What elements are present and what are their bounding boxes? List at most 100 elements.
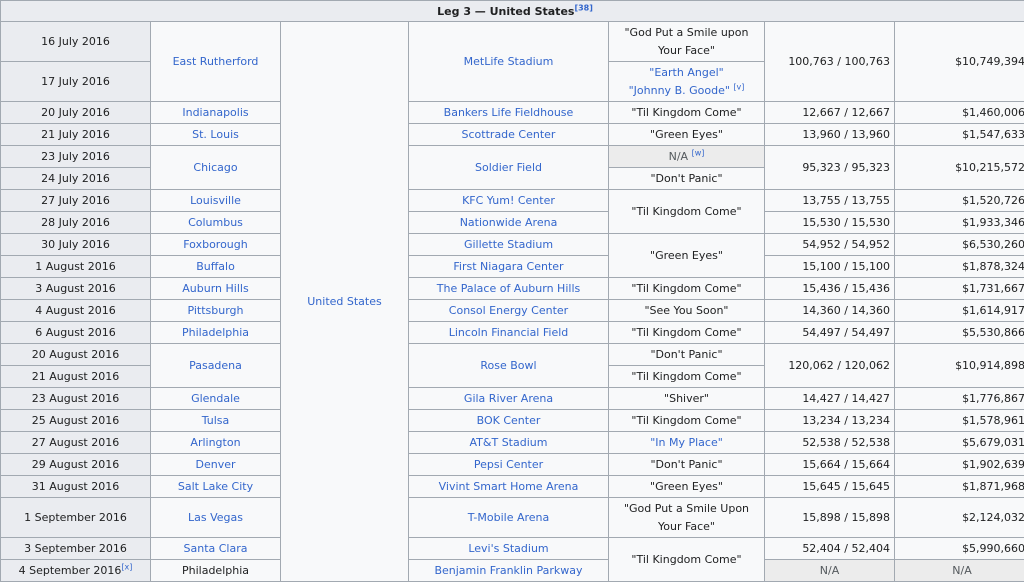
- date-cell: 3 August 2016: [1, 278, 151, 300]
- venue-link[interactable]: Gila River Arena: [409, 388, 609, 410]
- gross-cell: $1,776,867: [895, 388, 1024, 410]
- attendance-cell: 13,960 / 13,960: [765, 124, 895, 146]
- venue-link[interactable]: Benjamin Franklin Parkway: [409, 560, 609, 582]
- city-link[interactable]: Foxborough: [151, 234, 281, 256]
- venue-link[interactable]: Consol Energy Center: [409, 300, 609, 322]
- venue-link[interactable]: BOK Center: [409, 410, 609, 432]
- city-link[interactable]: Glendale: [151, 388, 281, 410]
- city-link[interactable]: Arlington: [151, 432, 281, 454]
- note-link[interactable]: [w]: [692, 148, 705, 157]
- song-line: "God Put a Smile Upon: [624, 502, 749, 515]
- city-link[interactable]: Indianapolis: [151, 102, 281, 124]
- city-link[interactable]: East Rutherford: [151, 22, 281, 102]
- date-cell: 20 August 2016: [1, 344, 151, 366]
- date-cell: 17 July 2016: [1, 62, 151, 102]
- venue-link[interactable]: AT&T Stadium: [409, 432, 609, 454]
- city-link[interactable]: Auburn Hills: [151, 278, 281, 300]
- venue-link[interactable]: Gillette Stadium: [409, 234, 609, 256]
- city-link[interactable]: Louisville: [151, 190, 281, 212]
- gross-cell: $1,878,324: [895, 256, 1024, 278]
- venue-link[interactable]: Rose Bowl: [409, 344, 609, 388]
- gross-cell: $2,124,032: [895, 498, 1024, 538]
- gross-cell: $1,460,006: [895, 102, 1024, 124]
- venue-link[interactable]: Scottrade Center: [409, 124, 609, 146]
- opening-song-link[interactable]: "In My Place": [609, 432, 765, 454]
- attendance-cell: 54,497 / 54,497: [765, 322, 895, 344]
- city-text: Philadelphia: [151, 560, 281, 582]
- song-line: Your Face": [658, 520, 715, 533]
- opening-song-cell: N/A [w]: [609, 146, 765, 168]
- attendance-cell: 13,755 / 13,755: [765, 190, 895, 212]
- attendance-cell: 52,404 / 52,404: [765, 538, 895, 560]
- venue-link[interactable]: KFC Yum! Center: [409, 190, 609, 212]
- city-link[interactable]: Pasadena: [151, 344, 281, 388]
- gross-cell: $1,547,633: [895, 124, 1024, 146]
- venue-link[interactable]: First Niagara Center: [409, 256, 609, 278]
- date-cell: 3 September 2016: [1, 538, 151, 560]
- note-link[interactable]: [v]: [733, 82, 744, 91]
- date-cell: 29 August 2016: [1, 454, 151, 476]
- venue-link[interactable]: MetLife Stadium: [409, 22, 609, 102]
- city-link[interactable]: Columbus: [151, 212, 281, 234]
- attendance-cell: 14,360 / 14,360: [765, 300, 895, 322]
- country-link[interactable]: United States: [281, 22, 409, 582]
- venue-link[interactable]: Vivint Smart Home Arena: [409, 476, 609, 498]
- opening-song-cell: "Til Kingdom Come": [609, 322, 765, 344]
- venue-link[interactable]: T-Mobile Arena: [409, 498, 609, 538]
- attendance-cell: 15,898 / 15,898: [765, 498, 895, 538]
- city-link[interactable]: Philadelphia: [151, 322, 281, 344]
- venue-link[interactable]: Soldier Field: [409, 146, 609, 190]
- na-text: N/A: [669, 150, 688, 163]
- gross-cell: $1,731,667: [895, 278, 1024, 300]
- date-cell: 21 August 2016: [1, 366, 151, 388]
- venue-link[interactable]: Pepsi Center: [409, 454, 609, 476]
- opening-song-cell: "Don't Panic": [609, 454, 765, 476]
- venue-link[interactable]: The Palace of Auburn Hills: [409, 278, 609, 300]
- city-link[interactable]: Pittsburgh: [151, 300, 281, 322]
- opening-song-cell: "See You Soon": [609, 300, 765, 322]
- city-link[interactable]: Las Vegas: [151, 498, 281, 538]
- city-link[interactable]: Buffalo: [151, 256, 281, 278]
- attendance-cell: 95,323 / 95,323: [765, 146, 895, 190]
- opening-song-cell: "God Put a Smile upon Your Face": [609, 22, 765, 62]
- venue-link[interactable]: Levi's Stadium: [409, 538, 609, 560]
- city-link[interactable]: St. Louis: [151, 124, 281, 146]
- city-link[interactable]: Salt Lake City: [151, 476, 281, 498]
- opening-song-cell: "Don't Panic": [609, 168, 765, 190]
- song-link[interactable]: "Johnny B. Goode": [629, 84, 730, 97]
- date-cell: 28 July 2016: [1, 212, 151, 234]
- venue-link[interactable]: Nationwide Arena: [409, 212, 609, 234]
- song-link[interactable]: "Earth Angel": [649, 66, 723, 79]
- gross-cell: $1,614,917: [895, 300, 1024, 322]
- city-link[interactable]: Santa Clara: [151, 538, 281, 560]
- gross-cell: $10,749,394: [895, 22, 1024, 102]
- opening-song-cell: "Earth Angel" "Johnny B. Goode" [v]: [609, 62, 765, 102]
- opening-song-cell: "Til Kingdom Come": [609, 366, 765, 388]
- attendance-cell: 52,538 / 52,538: [765, 432, 895, 454]
- gross-cell: $1,578,961: [895, 410, 1024, 432]
- city-link[interactable]: Denver: [151, 454, 281, 476]
- gross-cell: $10,914,898: [895, 344, 1024, 388]
- venue-link[interactable]: Lincoln Financial Field: [409, 322, 609, 344]
- opening-song-cell: "God Put a Smile Upon Your Face": [609, 498, 765, 538]
- attendance-cell: 15,530 / 15,530: [765, 212, 895, 234]
- gross-cell: $5,990,660: [895, 538, 1024, 560]
- city-link[interactable]: Chicago: [151, 146, 281, 190]
- leg-header: Leg 3 — United States[38]: [1, 1, 1024, 22]
- gross-cell: $6,530,260: [895, 234, 1024, 256]
- leg-reference-link[interactable]: [38]: [574, 3, 592, 12]
- attendance-cell: 15,664 / 15,664: [765, 454, 895, 476]
- attendance-cell: N/A: [765, 560, 895, 582]
- date-cell: 24 July 2016: [1, 168, 151, 190]
- opening-song-cell: "Til Kingdom Come": [609, 190, 765, 234]
- venue-link[interactable]: Bankers Life Fieldhouse: [409, 102, 609, 124]
- city-link[interactable]: Tulsa: [151, 410, 281, 432]
- gross-cell: $1,871,968: [895, 476, 1024, 498]
- note-link[interactable]: [x]: [121, 562, 132, 571]
- gross-cell: $5,530,866: [895, 322, 1024, 344]
- attendance-cell: 100,763 / 100,763: [765, 22, 895, 102]
- date-cell: 30 July 2016: [1, 234, 151, 256]
- date-cell: 6 August 2016: [1, 322, 151, 344]
- song-line: "God Put a Smile upon: [625, 26, 749, 39]
- attendance-cell: 15,645 / 15,645: [765, 476, 895, 498]
